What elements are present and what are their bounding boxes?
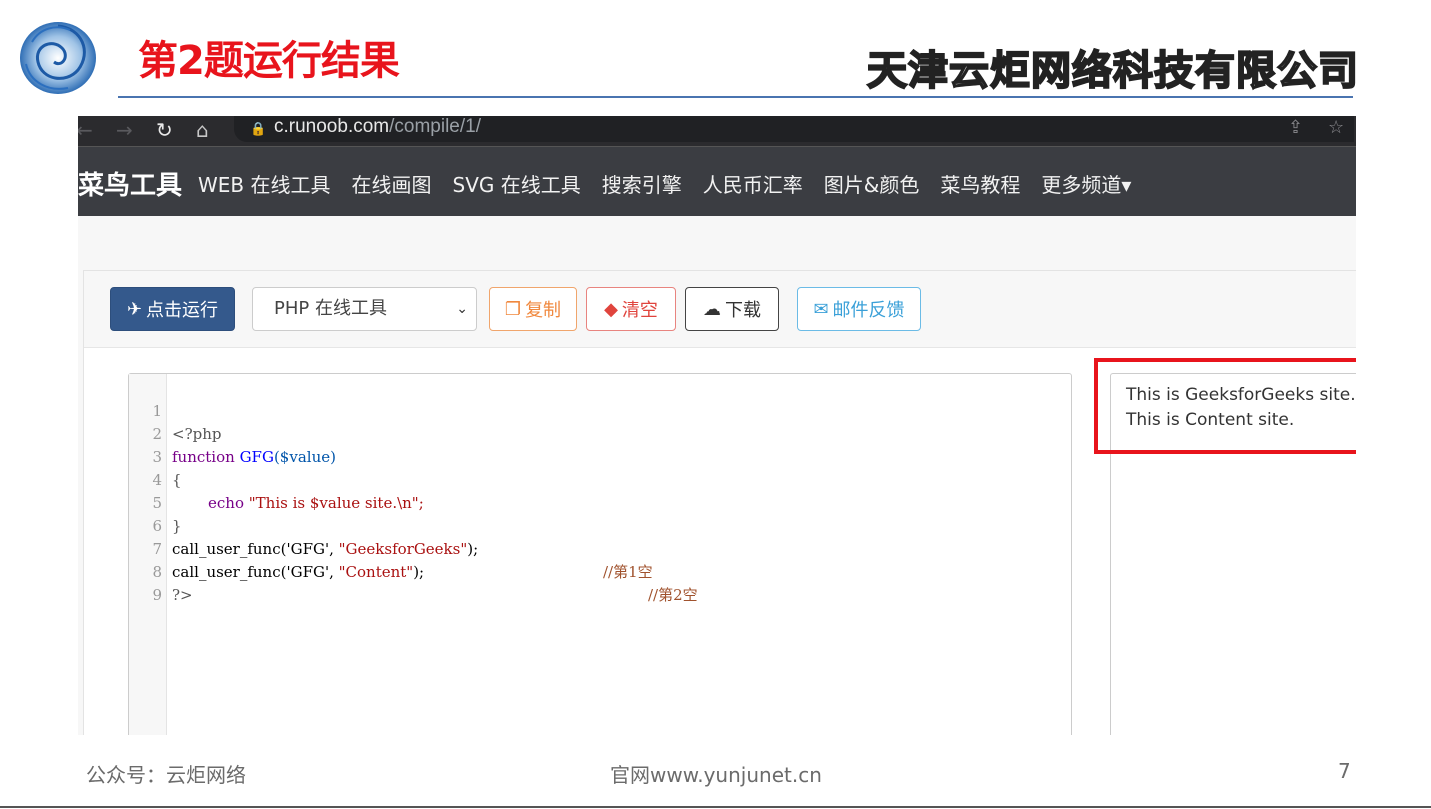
language-select[interactable]: PHP 在线工具 ⌄ <box>252 287 477 331</box>
nav-item-svg-tools[interactable]: SVG 在线工具 <box>453 169 581 198</box>
nav-item-tutorial[interactable]: 菜鸟教程 <box>940 169 1020 198</box>
compiler-toolbar: ✈ 点击运行 PHP 在线工具 ⌄ ❐ 复制 ◆ 清空 ☁ 下载 ✉ 邮件反馈 <box>84 271 1356 348</box>
code-line[interactable]: 7 call_user_func('GFG', "Content"); //第2… <box>129 515 1069 604</box>
slide-title: 第2题运行结果 <box>138 38 400 84</box>
header-divider <box>118 96 1353 98</box>
result-highlight-box <box>1094 358 1356 454</box>
company-name: 天津云炬网络科技有限公司 <box>866 47 1359 95</box>
chevron-down-icon: ⌄ <box>456 301 468 317</box>
line-number: 9 <box>152 586 162 604</box>
nav-item-web-tools[interactable]: WEB 在线工具 <box>198 169 331 198</box>
download-button[interactable]: ☁ 下载 <box>685 287 779 331</box>
code-line[interactable]: 6 call_user_func('GFG', "GeeksforGeeks")… <box>129 492 1069 581</box>
star-icon[interactable]: ☆ <box>1328 117 1344 138</box>
code-text: ?> <box>172 586 193 604</box>
clear-button[interactable]: ◆ 清空 <box>586 287 676 331</box>
code-comment: //第2空 <box>648 586 698 604</box>
browser-toolbar: ← → ↻ ⌂ 🔒 c.runoob.com/compile/1/ ⇪ ☆ <box>78 116 1356 147</box>
clear-button-label: 清空 <box>621 300 658 321</box>
page-number: 7 <box>1338 759 1351 783</box>
url-host: c.runoob.com <box>274 116 390 137</box>
nav-menu: WEB 在线工具 在线画图 SVG 在线工具 搜索引擎 人民币汇率 图片&颜色 … <box>198 169 1131 198</box>
site-brand[interactable]: 菜鸟工具 <box>78 165 182 202</box>
share-icon[interactable]: ⇪ <box>1288 117 1303 138</box>
code-line[interactable]: 3 { <box>129 423 1069 489</box>
code-line[interactable]: 1 <?php <box>129 377 1069 443</box>
slide: 第2题运行结果 天津云炬网络科技有限公司 ← → ↻ ⌂ 🔒 c.runoob.… <box>0 0 1431 809</box>
language-select-value: PHP 在线工具 <box>274 298 387 319</box>
home-icon[interactable]: ⌂ <box>196 118 209 142</box>
copy-button[interactable]: ❐ 复制 <box>489 287 577 331</box>
footer-wechat: 公众号：云炬网络 <box>86 763 246 787</box>
run-button-label: 点击运行 <box>146 300 219 321</box>
reload-icon[interactable]: ↻ <box>156 118 173 142</box>
run-button[interactable]: ✈ 点击运行 <box>110 287 235 331</box>
code-line[interactable]: 4 echo "This is $value site.\n"; <box>129 446 1069 512</box>
screenshot-region: ← → ↻ ⌂ 🔒 c.runoob.com/compile/1/ ⇪ ☆ 菜鸟… <box>78 116 1356 735</box>
nav-item-rmb-rate[interactable]: 人民币汇率 <box>703 169 803 198</box>
company-logo-icon <box>20 22 96 94</box>
footer-divider <box>0 806 1431 808</box>
nav-item-drawing[interactable]: 在线画图 <box>352 169 432 198</box>
site-navbar: 菜鸟工具 WEB 在线工具 在线画图 SVG 在线工具 搜索引擎 人民币汇率 图… <box>78 147 1356 216</box>
nav-item-more-channels[interactable]: 更多频道▾ <box>1041 169 1131 198</box>
feedback-button[interactable]: ✉ 邮件反馈 <box>797 287 921 331</box>
copy-button-label: 复制 <box>525 300 562 321</box>
cloud-download-icon: ☁ <box>703 298 721 320</box>
code-line[interactable]: 2 function GFG($value) <box>129 400 1069 466</box>
url-path: /compile/1/ <box>389 116 481 137</box>
lock-icon[interactable]: 🔒 <box>250 122 266 137</box>
copy-icon: ❐ <box>504 298 522 320</box>
nav-item-search-engine[interactable]: 搜索引擎 <box>602 169 682 198</box>
code-line[interactable]: 8 ?> <box>129 538 1069 604</box>
footer-website: 官网www.yunjunet.cn <box>610 763 822 787</box>
paper-plane-icon: ✈ <box>126 298 143 320</box>
code-line[interactable]: 5 } <box>129 469 1069 535</box>
url-text[interactable]: c.runoob.com/compile/1/ <box>274 116 481 138</box>
envelope-icon: ✉ <box>813 298 829 320</box>
eraser-icon: ◆ <box>604 298 618 320</box>
code-line[interactable]: 9 <box>129 561 1069 604</box>
code-editor[interactable]: 1 <?php 2 function GFG($value) 3 { 4 ech… <box>128 373 1072 735</box>
feedback-button-label: 邮件反馈 <box>832 300 905 321</box>
download-button-label: 下载 <box>725 300 761 321</box>
back-arrow-icon[interactable]: ← <box>78 118 93 142</box>
forward-arrow-icon[interactable]: → <box>116 118 133 142</box>
nav-item-image-color[interactable]: 图片&颜色 <box>824 169 920 198</box>
